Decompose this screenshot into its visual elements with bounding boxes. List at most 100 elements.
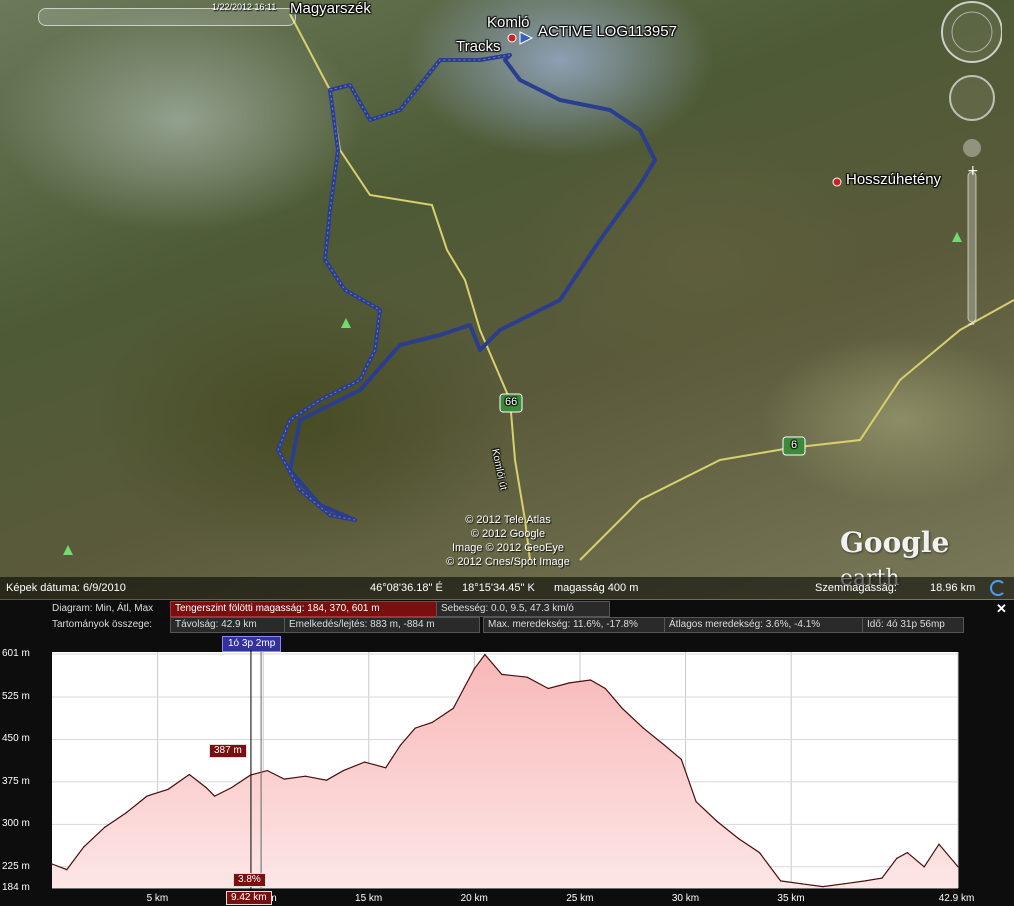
elevation-point [621, 707, 623, 709]
elevation-point [249, 774, 252, 776]
elevation-point [758, 852, 761, 854]
y-tick-label: 601 m [2, 648, 30, 659]
status-bar: Képek dátuma: 6/9/2010 46°08'36.18" É 18… [0, 577, 1014, 599]
elevation-point [589, 679, 592, 681]
elevation-point [801, 883, 803, 885]
elevation-point [205, 786, 207, 789]
elevation-point [463, 687, 465, 690]
gps-track-highlight [277, 54, 511, 521]
elevation-point [83, 846, 85, 848]
pin-komlo [507, 33, 517, 43]
cursor-grade-tag: 3.8% [233, 873, 266, 887]
image-date: Képek dátuma: 6/9/2010 [6, 582, 126, 594]
elevation-point [906, 852, 908, 854]
look-joystick-icon[interactable] [949, 75, 995, 121]
elevation-point [125, 812, 127, 814]
elevation-point [642, 727, 644, 729]
ranges-label: Tartományok összege: [52, 619, 153, 630]
elevation-point [938, 843, 940, 845]
elevation-point [604, 687, 606, 690]
elevation-point [501, 673, 503, 675]
coords-lon: 18°15'34.45" K [462, 582, 535, 594]
elevation-point [51, 863, 53, 865]
elevation-point [843, 883, 845, 885]
elevation-point [864, 880, 866, 882]
elevation-point [568, 682, 571, 684]
cursor-altitude: magasság 400 m [554, 582, 639, 594]
x-tick-label: 5 km [146, 893, 169, 904]
elevation-point [214, 795, 216, 797]
cursor-elevation-tag: 387 m [209, 744, 247, 758]
road-6 [579, 299, 1014, 561]
elevation-stat-button[interactable]: Tengerszint fölötti magasság: 184, 370, … [170, 601, 437, 617]
speed-stat-button[interactable]: Sebesség: 0.0, 9.5, 47.3 km/ó [436, 601, 610, 617]
navigation-controls[interactable]: + – [932, 0, 1002, 330]
elevation-point [414, 727, 416, 729]
max-grade-stat[interactable]: Max. meredekség: 11.6%, -17.8% [483, 617, 665, 633]
elevation-point [452, 707, 454, 709]
cursor-distance-tag: 9.42 km [226, 891, 272, 905]
streaming-icon [990, 580, 1006, 596]
copyright-tele-atlas: © 2012 Tele Atlas [465, 514, 551, 526]
elevation-chart[interactable] [0, 650, 1014, 906]
x-tick-label: 42.9 km [938, 893, 975, 904]
elevation-point [484, 653, 486, 656]
time-slider-date: 1/22/2012 16:11 [212, 2, 277, 12]
elevation-point [526, 676, 528, 678]
x-tick-label: 35 km [777, 893, 805, 904]
shield-6: 6 [791, 439, 798, 451]
y-tick-label: 375 m [2, 775, 30, 787]
elevation-point [737, 837, 739, 840]
elevation-point [230, 786, 233, 789]
elevation-point [780, 880, 782, 882]
zoom-out-icon[interactable]: – [968, 316, 975, 330]
elevation-point [188, 773, 190, 776]
elevation-point [881, 877, 883, 879]
elevation-point [716, 820, 718, 823]
flag-icon [519, 31, 534, 45]
x-tick-label: 30 km [671, 893, 700, 904]
zoom-in-icon[interactable]: + [967, 163, 979, 179]
elevation-point [680, 758, 682, 760]
distance-stat[interactable]: Távolság: 42.9 km [170, 617, 285, 633]
place-hosszuheteny[interactable]: Hosszúhetény [846, 171, 941, 188]
elevation-point [473, 668, 475, 670]
elevation-point [957, 866, 959, 868]
eye-alt-label: Szemmagasság: [815, 582, 897, 594]
elevation-point [663, 744, 666, 746]
track-label-tracks[interactable]: Tracks [456, 38, 500, 55]
copyright-cnes: © 2012 Cnes/Spot Image [446, 556, 570, 568]
time-stat[interactable]: Idő: 4ó 31p 56mp [862, 617, 964, 633]
elevation-point [283, 778, 285, 780]
coords-lat: 46°08'36.18" É [370, 582, 443, 594]
map-overlay [63, 13, 1014, 561]
place-komlo[interactable]: Komló [487, 14, 530, 31]
shield-66: 66 [505, 396, 518, 408]
pegman-icon[interactable] [963, 139, 981, 157]
pin-hosszuheteny [832, 177, 842, 187]
elevation-point [896, 857, 898, 859]
elevation-point [363, 761, 366, 763]
elevation-point [167, 788, 169, 790]
track-label-active-log[interactable]: ACTIVE LOG113957 [538, 23, 677, 40]
map-view[interactable]: 1/22/2012 16:11 Magyarszék Komló Tracks … [0, 0, 1014, 600]
place-magyarszek[interactable]: Magyarszék [290, 0, 371, 17]
elevation-point [342, 769, 345, 772]
elevation-point [822, 886, 824, 888]
elevation-point [431, 721, 433, 724]
y-tick-label: 300 m [2, 818, 30, 830]
gain-stat[interactable]: Emelkedés/lejtés: 883 m, -884 m [284, 617, 480, 633]
zoom-slider-icon[interactable] [967, 171, 977, 323]
elevation-point [146, 795, 148, 797]
y-tick-label: 450 m [2, 733, 30, 745]
tree-icon [341, 318, 351, 328]
diagram-label: Diagram: Min, Átl, Max [52, 603, 154, 614]
elevation-point [923, 866, 925, 868]
close-icon[interactable]: ✕ [996, 601, 1007, 617]
eye-alt-value: 18.96 km [930, 582, 976, 594]
elevation-point [325, 779, 328, 781]
compass-icon[interactable] [941, 1, 1002, 63]
elevation-point [104, 826, 106, 828]
y-tick-label: 184 m [2, 882, 30, 893]
avg-grade-stat[interactable]: Átlagos meredekség: 3.6%, -4.1% [664, 617, 864, 633]
